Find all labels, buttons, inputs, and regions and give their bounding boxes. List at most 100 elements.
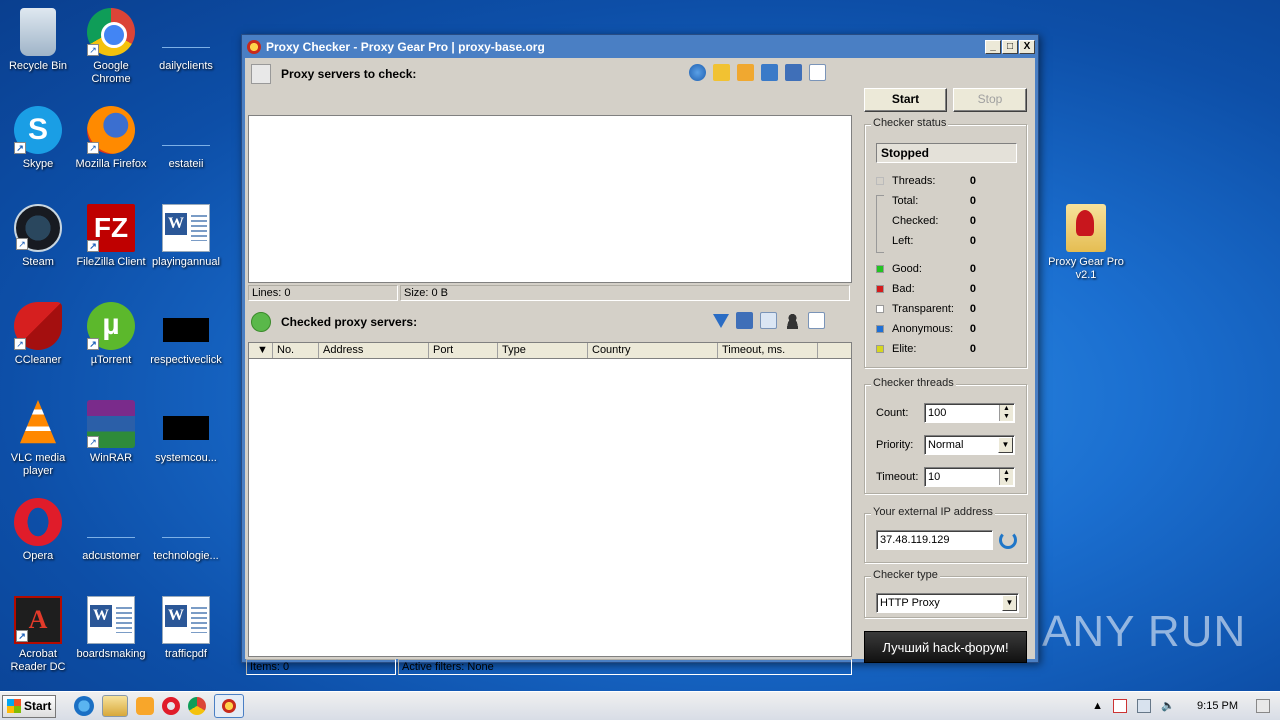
desktop-icon-firefox[interactable]: ↗ Mozilla Firefox	[73, 106, 149, 171]
desktop-icon-trafficpdf[interactable]: trafficpdf	[148, 596, 224, 661]
desktop-icon-skype[interactable]: S ↗ Skype	[0, 106, 76, 171]
clear-list-icon[interactable]	[808, 312, 825, 329]
anonymous-counter: Anonymous: 0	[876, 323, 976, 335]
file-icon	[162, 106, 210, 146]
count-spin-arrows[interactable]: ▲ ▼	[999, 405, 1013, 421]
desktop-icon-opera[interactable]: Opera	[0, 498, 76, 563]
column-type[interactable]: Type	[498, 343, 588, 358]
acrobat-icon: A ↗	[14, 596, 62, 644]
anyrun-watermark: ANY RUN	[1042, 607, 1247, 656]
sort-menu-icon[interactable]: ▼	[249, 343, 273, 358]
desktop-icon-playingannual[interactable]: playingannual	[148, 204, 224, 269]
start-button[interactable]: Start	[2, 694, 57, 718]
chevron-down-icon[interactable]: ▼	[1002, 595, 1017, 611]
network-icon[interactable]	[1137, 699, 1152, 713]
file-explorer-icon[interactable]	[102, 695, 129, 717]
column-timeout[interactable]: Timeout, ms.	[718, 343, 818, 358]
good-color-swatch	[876, 265, 884, 273]
external-ip-field[interactable]: 37.48.119.129	[876, 530, 993, 550]
ccleaner-icon: ↗	[14, 302, 62, 350]
maximize-button[interactable]: □	[1002, 40, 1018, 54]
vlc-icon	[20, 400, 56, 444]
filter-icon[interactable]	[713, 314, 729, 328]
opera-taskbar-icon[interactable]	[162, 697, 181, 715]
minimize-button[interactable]: _	[985, 40, 1001, 54]
desktop-icon-winrar[interactable]: ↗ WinRAR	[73, 400, 149, 465]
column-country[interactable]: Country	[588, 343, 718, 358]
save-icon[interactable]	[785, 64, 802, 81]
desktop-icon-estateii[interactable]: estateii	[148, 106, 224, 171]
file-icon	[162, 8, 210, 48]
volume-icon[interactable]: 🔈	[1161, 699, 1175, 713]
timeout-spin-arrows[interactable]: ▲ ▼	[999, 469, 1013, 485]
desktop-icon-dailyclients[interactable]: dailyclients	[148, 8, 224, 73]
desktop-icon-systemcou[interactable]: systemcou...	[148, 400, 224, 465]
title-bar[interactable]: Proxy Checker - Proxy Gear Pro | proxy-b…	[245, 38, 1035, 56]
clear-list-icon[interactable]	[809, 64, 826, 81]
start-button[interactable]: Start	[864, 88, 947, 112]
download-from-web-icon[interactable]	[689, 64, 706, 81]
priority-select[interactable]: Normal ▼	[924, 435, 1015, 455]
action-center-icon[interactable]	[1113, 699, 1128, 713]
show-hidden-icons-icon[interactable]: ▲	[1092, 700, 1103, 712]
desktop-icon-respectiveclick[interactable]: respectiveclick	[148, 302, 224, 367]
file-icon	[162, 498, 210, 538]
import-icon[interactable]	[761, 64, 778, 81]
proxy-list-input[interactable]	[248, 115, 852, 283]
desktop-icon-boardsmaking[interactable]: boardsmaking	[73, 596, 149, 661]
opera-icon	[14, 498, 62, 546]
chevron-down-icon[interactable]: ▼	[998, 437, 1013, 453]
desktop-icon-adcustomer[interactable]: adcustomer	[73, 498, 149, 563]
open-folder-icon[interactable]	[713, 64, 730, 81]
proxies-panel-header: Proxy servers to check:	[251, 64, 416, 84]
proxy-gear-taskbar-button[interactable]	[214, 694, 245, 718]
desktop-icon-vlc[interactable]: VLC media player	[0, 400, 76, 478]
file-icon	[87, 498, 135, 538]
desktop-icon-proxy-gear[interactable]: Proxy Gear Pro v2.1	[1048, 204, 1124, 282]
file-icon	[163, 318, 209, 342]
desktop-icon-recycle-bin[interactable]: Recycle Bin	[0, 8, 76, 73]
elite-counter: Elite: 0	[876, 343, 976, 355]
internet-explorer-icon[interactable]	[74, 696, 95, 716]
taskbar: Start ▲ 🔈 9:15 PM	[0, 691, 1280, 720]
chrome-taskbar-icon[interactable]	[188, 697, 207, 715]
items-count: Items: 0	[246, 659, 396, 675]
column-port[interactable]: Port	[429, 343, 498, 358]
hack-forum-ad-button[interactable]: Лучший hack-форум!	[864, 631, 1027, 663]
left-counter: Left: 0	[892, 235, 976, 247]
column-address[interactable]: Address	[319, 343, 429, 358]
media-player-icon[interactable]	[136, 697, 155, 715]
filezilla-icon: FZ ↗	[87, 204, 135, 252]
stop-button[interactable]: Stop	[953, 88, 1027, 112]
desktop-icon-technologie[interactable]: technologie...	[148, 498, 224, 563]
checked-status-bar: Items: 0 Active filters: None	[246, 659, 854, 675]
checker-type-legend: Checker type	[871, 569, 940, 581]
close-button[interactable]: X	[1019, 40, 1035, 54]
clock[interactable]: 9:15 PM	[1197, 700, 1238, 712]
copy-icon[interactable]	[760, 312, 777, 329]
word-document-icon	[162, 204, 210, 252]
count-stepper[interactable]: 100 ▲ ▼	[924, 403, 1015, 423]
windows-logo-icon	[7, 699, 21, 713]
bad-color-swatch	[876, 285, 884, 293]
desktop-icon-acrobat[interactable]: A ↗ Acrobat Reader DC	[0, 596, 76, 674]
desktop-icon-steam[interactable]: ↗ Steam	[0, 204, 76, 269]
winrar-icon: ↗	[87, 400, 135, 448]
desktop-icon-ccleaner[interactable]: ↗ CCleaner	[0, 302, 76, 367]
threads-counter: Threads: 0	[876, 175, 976, 187]
checker-status-group: Checker status Stopped Threads: 0 Total: 0…	[864, 117, 1027, 368]
desktop-icon-chrome[interactable]: ↗ Google Chrome	[73, 8, 149, 86]
show-desktop-icon[interactable]	[1256, 699, 1270, 713]
column-no[interactable]: No.	[273, 343, 319, 358]
timeout-stepper[interactable]: 10 ▲ ▼	[924, 467, 1015, 487]
checker-type-select[interactable]: HTTP Proxy ▼	[876, 593, 1019, 613]
checked-proxies-table[interactable]: ▼ No. Address Port Type Country Timeout,…	[248, 342, 852, 657]
save-icon[interactable]	[736, 312, 753, 329]
refresh-icon[interactable]	[999, 531, 1017, 549]
desktop-icon-filezilla[interactable]: FZ ↗ FileZilla Client	[73, 204, 149, 269]
active-filters: Active filters: None	[398, 659, 852, 675]
user-icon[interactable]	[784, 312, 801, 329]
checkmark-icon	[251, 312, 271, 332]
desktop-icon-utorrent[interactable]: µ ↗ µTorrent	[73, 302, 149, 367]
open-file-icon[interactable]	[737, 64, 754, 81]
